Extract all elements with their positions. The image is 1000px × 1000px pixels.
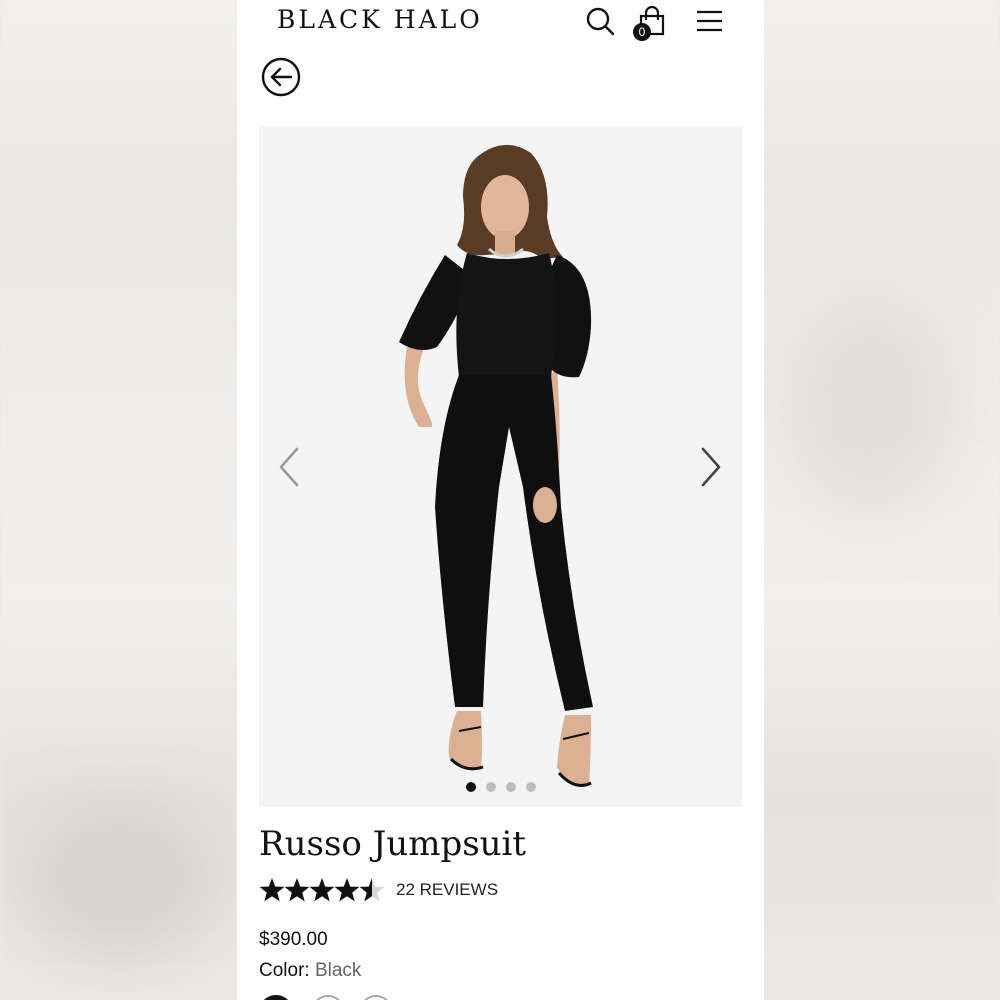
back-arrow-icon[interactable]: [261, 57, 301, 97]
star-full: [309, 878, 335, 902]
product-page: BLACK HALO 0 Russo Jumpsuit 22 REVIEWS $…: [237, 0, 764, 1000]
color-swatch-black[interactable]: [259, 995, 293, 1000]
site-header: BLACK HALO 0: [237, 0, 764, 44]
color-value: Black: [314, 960, 362, 981]
cart-count-badge: 0: [633, 23, 651, 41]
search-icon[interactable]: [583, 4, 617, 38]
gallery-dot-2[interactable]: [485, 782, 496, 792]
product-image: [399, 144, 593, 787]
hamburger-menu-icon[interactable]: [693, 4, 727, 38]
product-title: Russo Jumpsuit: [259, 824, 527, 864]
color-selection-label: Color: Black: [259, 960, 361, 982]
color-label: Color:: [259, 960, 310, 981]
reviews-link[interactable]: 22 REVIEWS: [396, 880, 498, 900]
color-swatch[interactable]: [359, 995, 393, 1000]
background-blur: [20, 800, 220, 960]
product-price: $390.00: [259, 929, 328, 950]
gallery-dot-4[interactable]: [525, 782, 536, 792]
brand-logo[interactable]: BLACK HALO: [277, 5, 483, 34]
gallery-dot-3[interactable]: [505, 782, 516, 792]
gallery-dot-1[interactable]: [465, 782, 476, 792]
background-blur: [780, 300, 960, 520]
chevron-right-icon[interactable]: [695, 445, 725, 489]
color-swatch[interactable]: [311, 995, 345, 1000]
chevron-left-icon[interactable]: [275, 445, 305, 489]
star-full: [259, 878, 285, 902]
gallery-pagination: [259, 779, 742, 797]
star-rating-icon: [259, 878, 385, 902]
product-image-gallery[interactable]: [259, 127, 742, 807]
star-full: [334, 878, 360, 902]
star-full: [284, 878, 310, 902]
